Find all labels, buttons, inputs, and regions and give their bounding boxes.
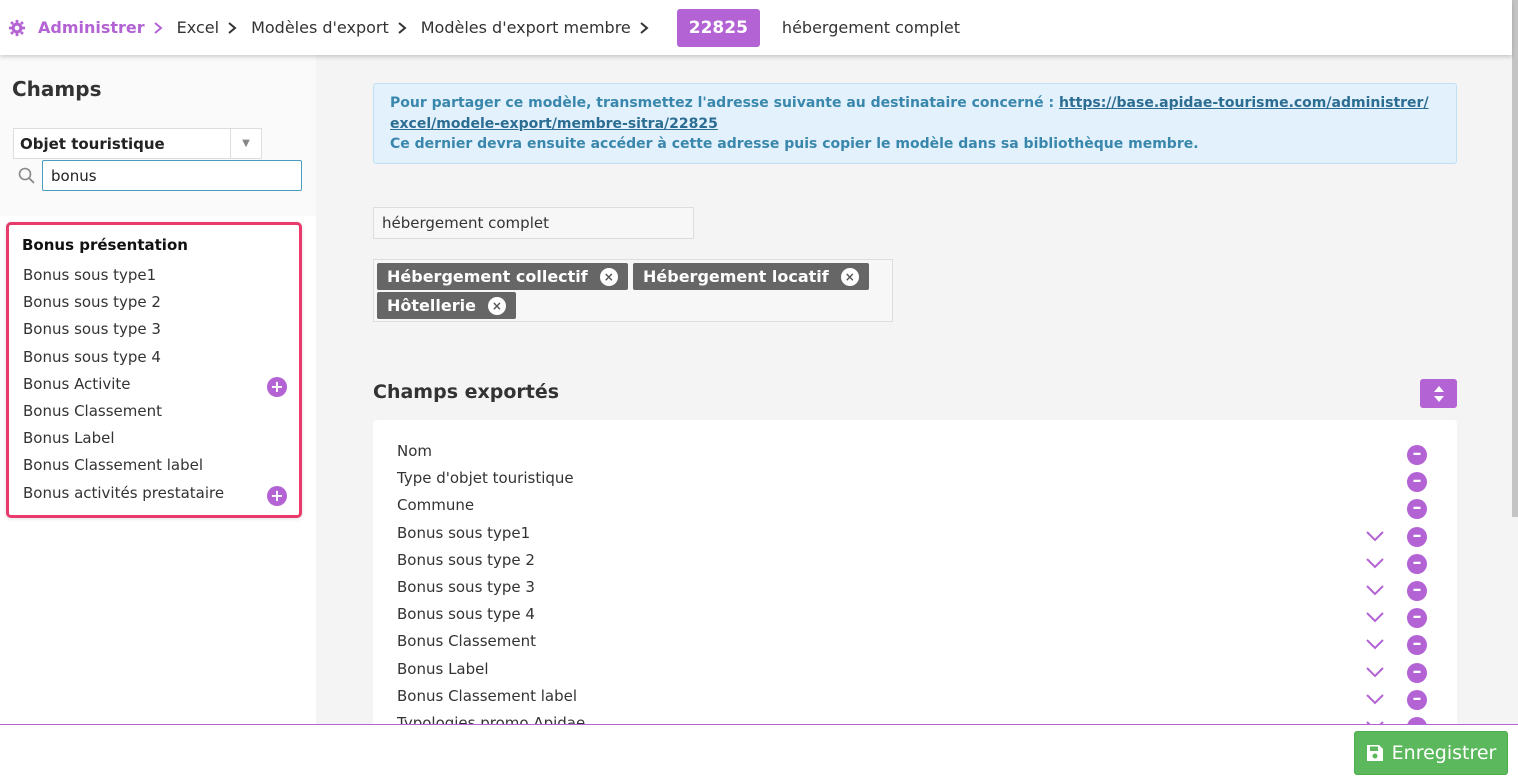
exported-fields-list: Nom – Type d'objet touristique – Commune – Bon… bbox=[373, 420, 1457, 724]
exported-field-row: Nom bbox=[397, 442, 433, 460]
result-item[interactable]: Bonus sous type 4 bbox=[23, 348, 161, 366]
share-info-box: Pour partager ce modèle, transmettez l'a… bbox=[373, 83, 1457, 164]
save-label: Enregistrer bbox=[1391, 742, 1497, 764]
share-link-part2: excel/modele-export/membre-sitra/22825 bbox=[390, 115, 718, 132]
exported-field-row: Bonus sous type1 bbox=[397, 523, 531, 542]
chevron-down-icon[interactable] bbox=[1365, 529, 1385, 543]
object-type-select[interactable]: Objet touristique ▼ bbox=[13, 128, 262, 159]
remove-field-icon[interactable]: – bbox=[1407, 689, 1427, 710]
add-field-icon[interactable]: + bbox=[267, 376, 287, 397]
tag: Hébergement locatif × bbox=[633, 263, 869, 290]
remove-field-icon[interactable]: – bbox=[1407, 526, 1427, 547]
tag: Hébergement collectif × bbox=[377, 263, 628, 290]
remove-field-icon[interactable]: – bbox=[1407, 581, 1427, 601]
result-item[interactable]: Bonus Label bbox=[23, 429, 115, 447]
tag-label: Hébergement locatif bbox=[643, 267, 829, 286]
gear-icon bbox=[8, 19, 26, 36]
sort-button[interactable] bbox=[1420, 379, 1457, 408]
result-item[interactable]: Bonus Classement label bbox=[23, 456, 203, 474]
add-field-icon[interactable]: + bbox=[267, 485, 287, 506]
floppy-disk-icon bbox=[1366, 745, 1383, 761]
chevron-right-icon bbox=[398, 21, 407, 34]
sort-icon bbox=[1433, 385, 1444, 402]
remove-field-icon[interactable]: – bbox=[1407, 662, 1427, 683]
search-field bbox=[13, 160, 302, 191]
scrollbar[interactable] bbox=[1512, 0, 1518, 517]
remove-field-icon[interactable]: – bbox=[1407, 499, 1427, 520]
remove-field-icon[interactable]: – bbox=[1407, 472, 1427, 493]
result-item[interactable]: Bonus sous type1 bbox=[23, 266, 156, 284]
remove-tag-icon[interactable]: × bbox=[599, 267, 618, 286]
exported-fields-title: Champs exportés bbox=[373, 381, 560, 403]
chevron-right-icon bbox=[640, 21, 649, 34]
breadcrumb-modeles-export-membre[interactable]: Modèles d'export membre bbox=[421, 18, 631, 37]
sidebar-title: Champs bbox=[12, 77, 102, 101]
chevron-down-icon[interactable] bbox=[1365, 637, 1385, 651]
sidebar-header: Champs Objet touristique ▼ bbox=[0, 55, 316, 216]
tag-label: Hébergement collectif bbox=[387, 267, 588, 286]
results-group-title: Bonus présentation bbox=[22, 236, 188, 254]
search-icon bbox=[18, 167, 35, 184]
result-item[interactable]: Bonus sous type 2 bbox=[23, 293, 161, 311]
result-item[interactable]: Bonus sous type 3 bbox=[23, 320, 161, 338]
caret-down-icon[interactable]: ▼ bbox=[230, 129, 261, 158]
remove-field-icon[interactable]: – bbox=[1407, 608, 1427, 629]
tag-label: Hôtellerie bbox=[387, 296, 476, 315]
breadcrumb-administrer[interactable]: Administrer bbox=[8, 18, 145, 37]
search-results-panel: Bonus présentation Bonus sous type1 Bonus… bbox=[6, 222, 302, 518]
tag: Hôtellerie × bbox=[377, 292, 516, 319]
breadcrumb: Administrer Excel Modèles d'export Modèl… bbox=[0, 0, 1512, 55]
exported-field-row: Typologies promo Apidae bbox=[397, 714, 586, 724]
remove-field-icon[interactable]: – bbox=[1407, 635, 1427, 656]
remove-field-icon[interactable]: – bbox=[1407, 717, 1427, 724]
share-info-note: Ce dernier devra ensuite accéder à cette… bbox=[390, 136, 1199, 152]
exported-field-row: Bonus sous type 4 bbox=[397, 605, 535, 624]
footer-bar: Enregistrer bbox=[0, 724, 1518, 776]
model-name-field[interactable]: hébergement complet bbox=[373, 207, 694, 239]
breadcrumb-modeles-export[interactable]: Modèles d'export bbox=[251, 18, 389, 37]
save-button[interactable]: Enregistrer bbox=[1354, 731, 1508, 775]
remove-tag-icon[interactable]: × bbox=[840, 267, 859, 286]
exported-field-row: Bonus sous type 2 bbox=[397, 550, 535, 569]
select-value: Objet touristique bbox=[20, 135, 165, 153]
exported-field-row: Bonus sous type 3 bbox=[397, 578, 535, 596]
chevron-right-icon bbox=[154, 21, 163, 34]
result-item[interactable]: Bonus Activite bbox=[23, 375, 131, 393]
chevron-down-icon[interactable] bbox=[1365, 610, 1385, 624]
exported-field-row: Type d'objet touristique bbox=[397, 469, 574, 488]
exported-field-row: Bonus Classement bbox=[397, 632, 536, 651]
exported-field-row: Bonus Label bbox=[397, 659, 489, 678]
object-type-tags[interactable]: Hébergement collectif × Hébergement locat… bbox=[373, 259, 893, 322]
model-id-badge: 22825 bbox=[676, 8, 760, 47]
remove-field-icon[interactable]: – bbox=[1407, 445, 1427, 465]
chevron-down-icon[interactable] bbox=[1365, 692, 1385, 706]
share-info-text: Pour partager ce modèle, transmettez l'a… bbox=[390, 95, 1059, 111]
exported-field-row: Bonus Classement label bbox=[397, 686, 578, 705]
exported-field-row: Commune bbox=[397, 496, 475, 515]
remove-tag-icon[interactable]: × bbox=[487, 296, 506, 315]
breadcrumb-excel[interactable]: Excel bbox=[177, 18, 219, 37]
result-item[interactable]: Bonus Classement bbox=[23, 402, 162, 420]
remove-field-icon[interactable]: – bbox=[1407, 553, 1427, 574]
sidebar: Champs Objet touristique ▼ Bonus présent… bbox=[0, 55, 316, 724]
chevron-down-icon[interactable] bbox=[1365, 556, 1385, 570]
chevron-down-icon[interactable] bbox=[1365, 583, 1385, 597]
search-input[interactable] bbox=[42, 160, 302, 191]
chevron-down-icon[interactable] bbox=[1365, 665, 1385, 679]
breadcrumb-current: hébergement complet bbox=[781, 18, 961, 37]
result-item[interactable]: Bonus activités prestataire bbox=[23, 484, 224, 502]
breadcrumb-label: Administrer bbox=[38, 18, 145, 37]
chevron-right-icon bbox=[228, 21, 237, 34]
share-link-part1: https://base.apidae-tourisme.com/adminis… bbox=[1058, 95, 1429, 111]
